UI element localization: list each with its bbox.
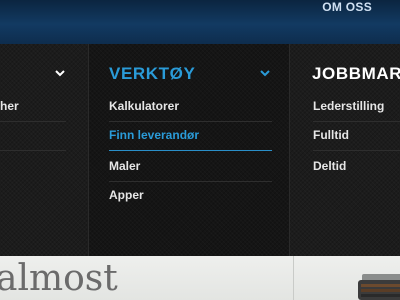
divider bbox=[109, 121, 272, 122]
menu-heading-verktoy[interactable]: VERKTØY bbox=[109, 64, 195, 84]
menu-item-lederstilling[interactable]: Lederstilling bbox=[313, 99, 384, 113]
menu-column-verktoy: VERKTØY Kalkulatorer Finn leverandør Mal… bbox=[88, 44, 290, 256]
typewriter-image bbox=[352, 270, 400, 300]
divider bbox=[313, 121, 400, 122]
menu-item-finn-leverandor[interactable]: Finn leverandør bbox=[109, 128, 199, 142]
top-bar: OM OSS bbox=[0, 0, 400, 44]
divider bbox=[293, 256, 294, 300]
hero-headline: almost bbox=[0, 258, 118, 299]
menu-item-fulltid[interactable]: Fulltid bbox=[313, 128, 349, 142]
chevron-down-icon[interactable] bbox=[259, 66, 271, 78]
mega-menu: her VERKTØY Kalkulatorer Finn leverandør… bbox=[0, 44, 400, 256]
divider bbox=[313, 150, 400, 151]
menu-item[interactable]: her bbox=[0, 99, 19, 113]
hero-banner: almost bbox=[0, 256, 400, 300]
menu-heading-jobbmarked[interactable]: JOBBMAR bbox=[312, 64, 400, 84]
divider bbox=[109, 181, 272, 182]
active-underline bbox=[109, 150, 272, 151]
menu-column-1: her bbox=[0, 44, 88, 256]
menu-item-maler[interactable]: Maler bbox=[109, 159, 140, 173]
nav-link-om-oss[interactable]: OM OSS bbox=[322, 0, 372, 14]
divider bbox=[0, 121, 66, 122]
menu-item-kalkulatorer[interactable]: Kalkulatorer bbox=[109, 99, 179, 113]
divider bbox=[0, 150, 66, 151]
chevron-down-icon[interactable] bbox=[54, 66, 66, 78]
menu-column-jobbmarked: JOBBMAR Lederstilling Fulltid Deltid bbox=[290, 44, 400, 256]
menu-item-deltid[interactable]: Deltid bbox=[313, 159, 346, 173]
menu-item-apper[interactable]: Apper bbox=[109, 188, 144, 202]
